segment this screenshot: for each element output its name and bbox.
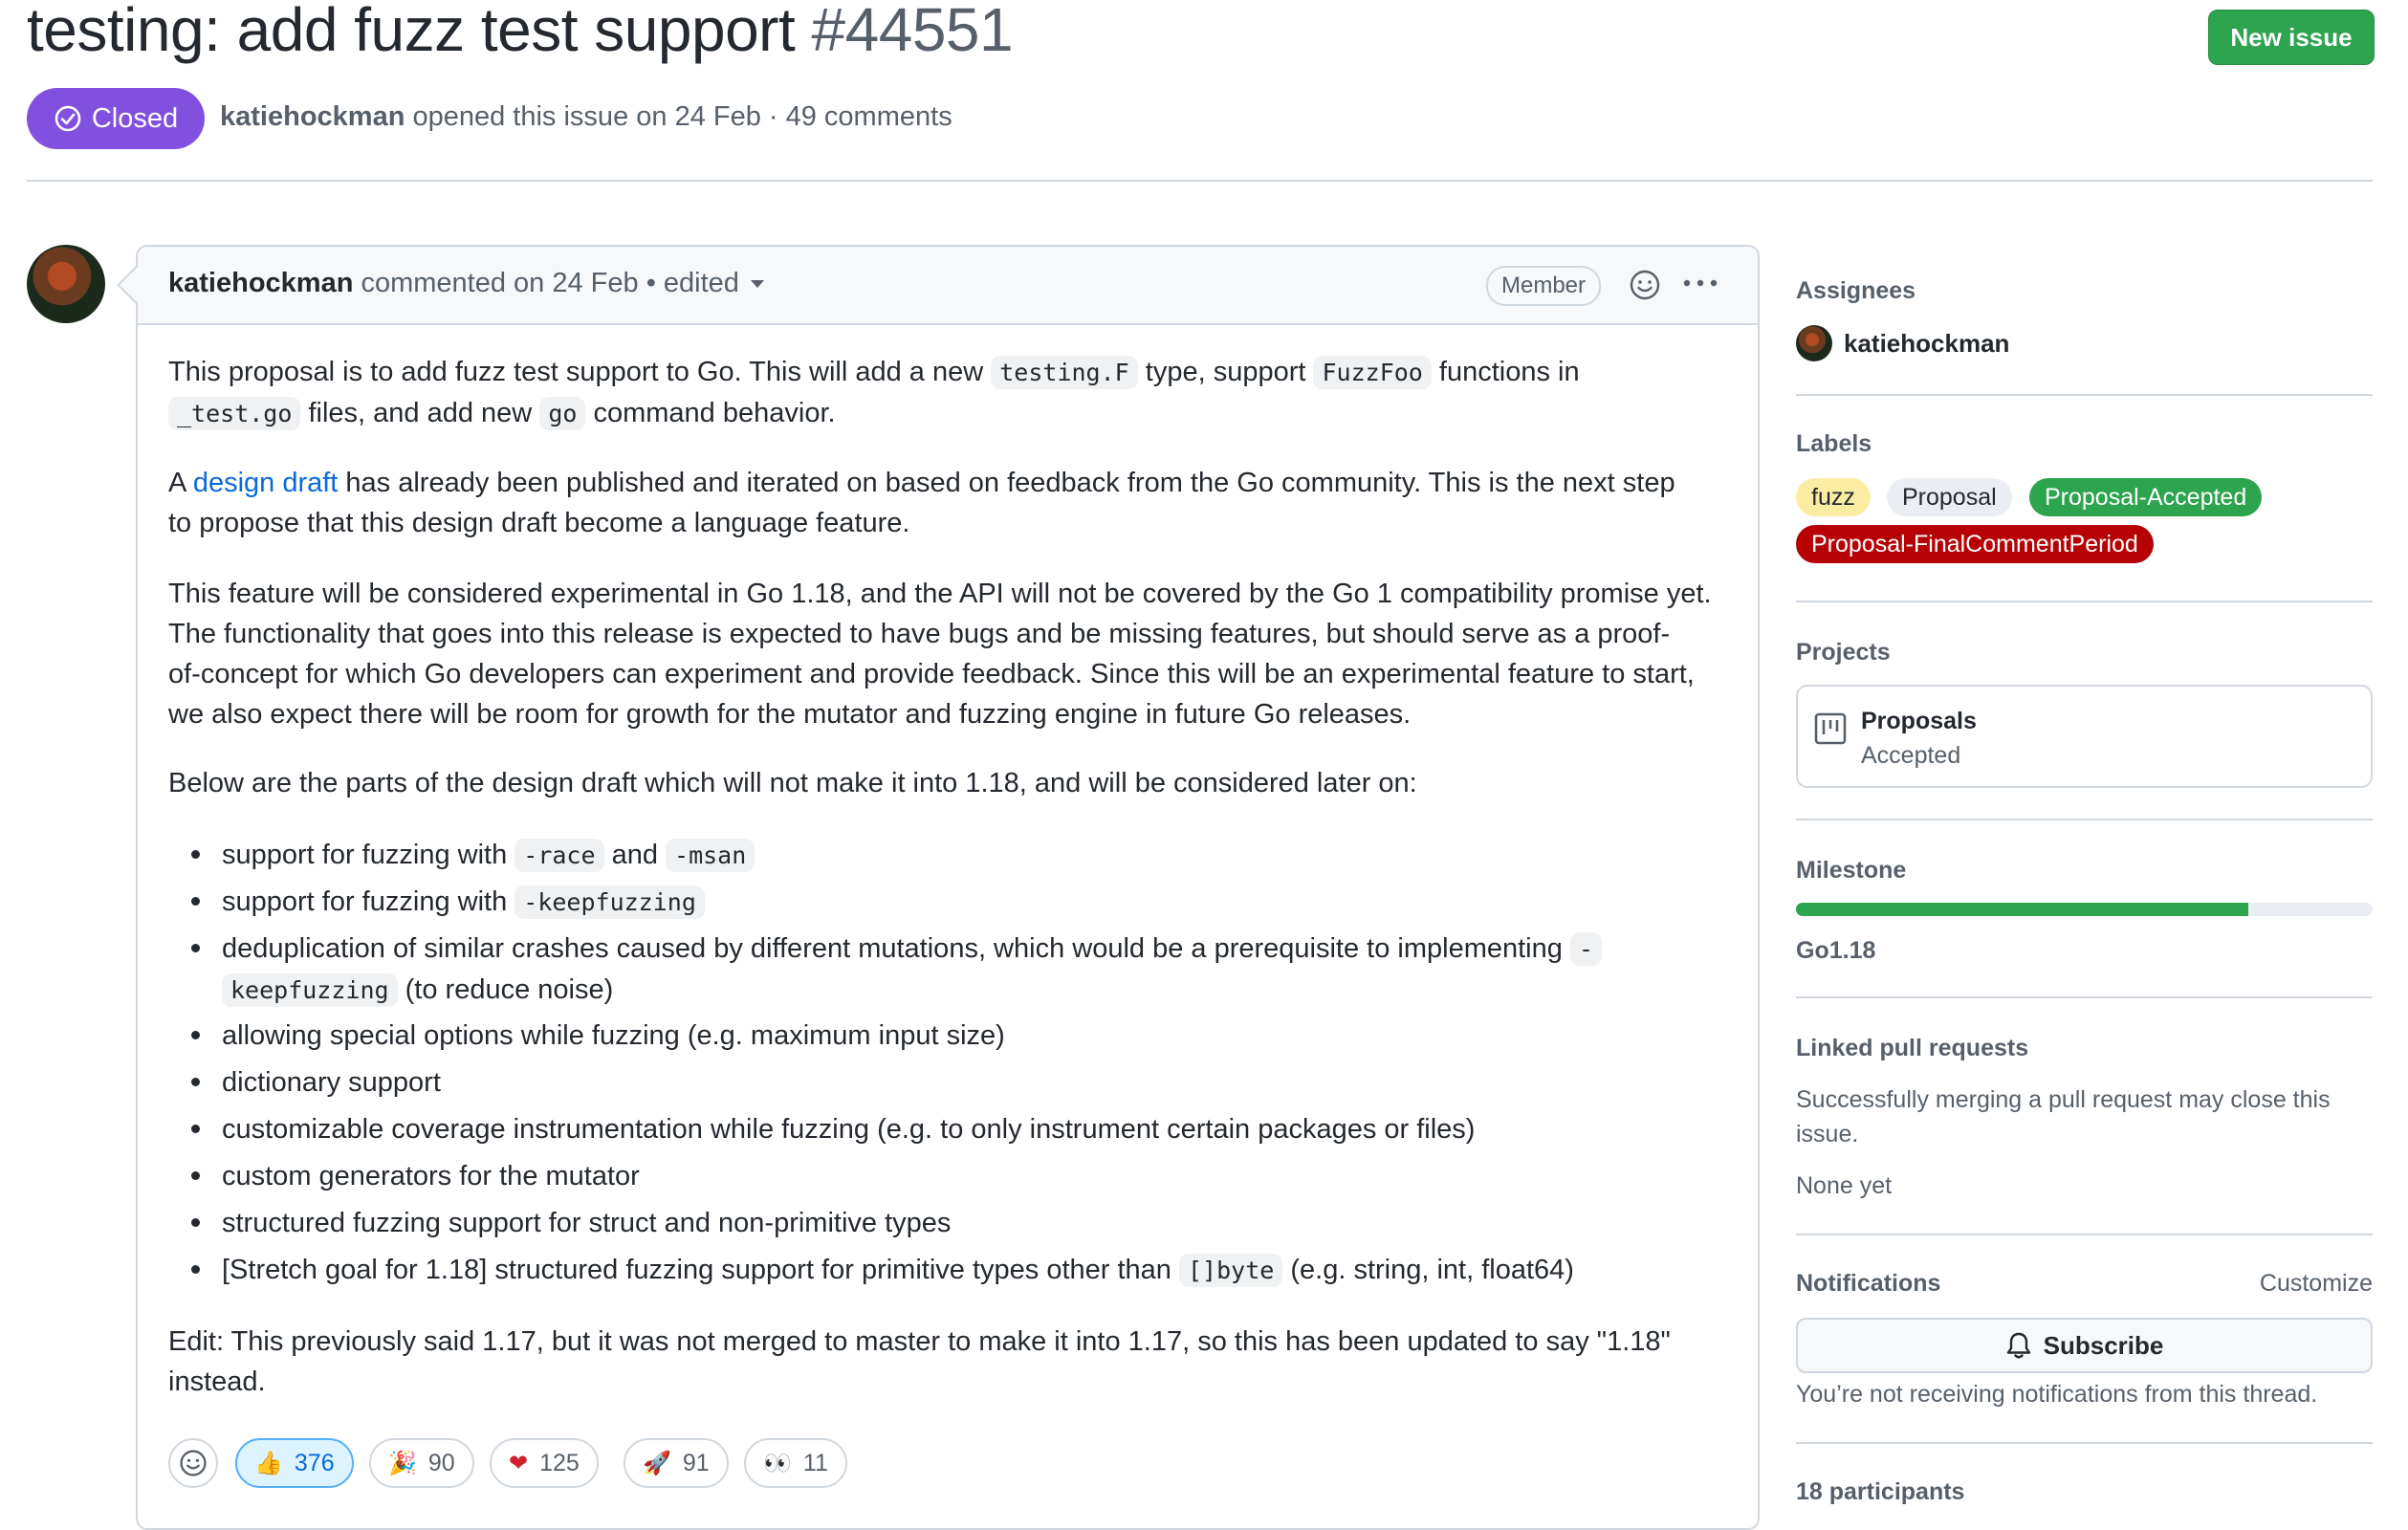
- comment-author-line: katiehockman commented on 24 Feb • edite…: [168, 268, 764, 299]
- body-paragraph-5: Edit: This previously said 1.17, but it …: [168, 1326, 1671, 1397]
- comment-header: katiehockman commented on 24 Feb • edite…: [138, 247, 1758, 325]
- subscribe-button[interactable]: Subscribe: [1796, 1318, 2373, 1373]
- sidebar-divider: [1796, 996, 2373, 998]
- list-item: deduplication of similar crashes caused …: [191, 929, 1714, 1011]
- check-circle-icon: [55, 105, 81, 132]
- reaction-hooray[interactable]: 🎉 90: [369, 1438, 474, 1488]
- issue-author-link[interactable]: katiehockman: [220, 101, 405, 132]
- body-paragraph-1: This proposal is to add fuzz test suppor…: [168, 356, 1580, 430]
- eyes-icon: 👀: [763, 1450, 792, 1476]
- reaction-heart[interactable]: ❤ 125: [490, 1438, 599, 1488]
- reaction-eyes[interactable]: 👀 11: [744, 1438, 847, 1488]
- issue-title-text: testing: add fuzz test support: [27, 0, 796, 64]
- inline-code: _test.go: [168, 397, 301, 430]
- list-item: support for fuzzing with -keepfuzzing: [191, 882, 1714, 923]
- list-item: structured fuzzing support for struct an…: [191, 1203, 1714, 1243]
- project-board-icon: [1814, 712, 1847, 745]
- sidebar-divider: [1796, 1234, 2373, 1235]
- reaction-count: 90: [427, 1449, 455, 1476]
- reaction-rocket[interactable]: 🚀 91: [624, 1438, 729, 1488]
- reaction-count: 376: [294, 1449, 335, 1476]
- reaction-thumbs-up[interactable]: 👍 376: [235, 1438, 354, 1488]
- issue-meta: katiehockman opened this issue on 24 Feb…: [220, 101, 952, 133]
- issue-number: #44551: [811, 0, 1014, 64]
- label-fuzz[interactable]: fuzz: [1796, 478, 1871, 516]
- inline-code: testing.F: [991, 356, 1138, 389]
- notifications-note: You’re not receiving notifications from …: [1796, 1381, 2318, 1408]
- body-paragraph-3: This feature will be considered experime…: [168, 579, 1712, 730]
- comment-author-link[interactable]: katiehockman: [168, 268, 353, 298]
- linked-prs-description: Successfully merging a pull request may …: [1796, 1086, 2331, 1148]
- comment-box: katiehockman commented on 24 Feb • edite…: [136, 245, 1760, 1530]
- milestone-progress-bar: [1796, 903, 2373, 916]
- labels-heading[interactable]: Labels: [1796, 430, 1872, 458]
- reaction-count: 91: [682, 1449, 710, 1476]
- thumbs-up-icon: 👍: [254, 1450, 283, 1476]
- assignee-avatar[interactable]: [1796, 325, 1832, 361]
- body-paragraph-4: Below are the parts of the design draft …: [168, 768, 1417, 798]
- design-draft-link[interactable]: design draft: [193, 468, 339, 498]
- issue-title: testing: add fuzz test support #44551: [27, 0, 1014, 65]
- new-issue-button[interactable]: New issue: [2208, 10, 2375, 65]
- issue-meta-text: opened this issue on 24 Feb · 49 comment…: [405, 101, 952, 132]
- member-badge: Member: [1486, 266, 1602, 306]
- project-column: Accepted: [1861, 742, 1961, 769]
- party-popper-icon: 🎉: [388, 1450, 417, 1476]
- linked-prs-heading[interactable]: Linked pull requests: [1796, 1035, 2028, 1062]
- subscribe-label: Subscribe: [2043, 1330, 2164, 1360]
- list-item: allowing special options while fuzzing (…: [191, 1016, 1714, 1056]
- project-name[interactable]: Proposals: [1861, 708, 1977, 735]
- label-proposal-accepted[interactable]: Proposal-Accepted: [2029, 478, 2263, 516]
- customize-link[interactable]: Customize: [2251, 1270, 2373, 1298]
- notifications-heading: Notifications: [1796, 1270, 1941, 1297]
- sidebar-divider: [1796, 1442, 2373, 1444]
- linked-prs-none: None yet: [1796, 1172, 1893, 1199]
- body-paragraph-2: A design draft has already been publishe…: [168, 468, 1675, 538]
- sidebar-divider: [1796, 394, 2373, 396]
- heart-icon: ❤: [509, 1450, 529, 1476]
- assignee-name[interactable]: katiehockman: [1844, 329, 2009, 359]
- list-item: [Stretch goal for 1.18] structured fuzzi…: [191, 1250, 1714, 1291]
- issue-state-label: Closed: [91, 102, 179, 134]
- sidebar-divider: [1796, 601, 2373, 602]
- label-proposal[interactable]: Proposal: [1887, 478, 2012, 516]
- milestone-name[interactable]: Go1.18: [1796, 937, 1875, 965]
- bell-icon: [2006, 1332, 2030, 1359]
- milestone-progress-fill: [1796, 903, 2249, 916]
- smiley-icon[interactable]: [1628, 268, 1662, 302]
- inline-code: FuzzFoo: [1313, 356, 1432, 389]
- list-item: support for fuzzing with -race and -msan: [191, 835, 1714, 876]
- add-reaction-button[interactable]: [168, 1438, 218, 1488]
- kebab-menu-icon[interactable]: [1681, 273, 1719, 293]
- rocket-icon: 🚀: [643, 1450, 671, 1476]
- assignees-heading[interactable]: Assignees: [1796, 277, 1915, 305]
- list-item: customizable coverage instrumentation wh…: [191, 1109, 1714, 1149]
- smiley-icon: [180, 1450, 207, 1476]
- projects-heading[interactable]: Projects: [1796, 639, 1891, 667]
- issue-state-badge: Closed: [27, 88, 205, 149]
- sidebar-divider: [1796, 819, 2373, 820]
- reaction-count: 125: [539, 1449, 580, 1476]
- label-proposal-final-comment-period[interactable]: Proposal-FinalCommentPeriod: [1796, 525, 2154, 563]
- header-divider: [27, 180, 2373, 182]
- comment-meta: commented on 24 Feb • edited: [353, 268, 739, 298]
- list-item: dictionary support: [191, 1062, 1714, 1103]
- reaction-count: 11: [802, 1449, 828, 1476]
- inline-code: go: [539, 397, 586, 430]
- comment-author-avatar[interactable]: [27, 245, 105, 323]
- milestone-heading[interactable]: Milestone: [1796, 857, 1906, 885]
- participants-heading: 18 participants: [1796, 1478, 1965, 1505]
- edit-history-caret-icon[interactable]: [750, 280, 764, 289]
- project-card[interactable]: Proposals Accepted: [1796, 685, 2373, 788]
- list-item: custom generators for the mutator: [191, 1156, 1714, 1196]
